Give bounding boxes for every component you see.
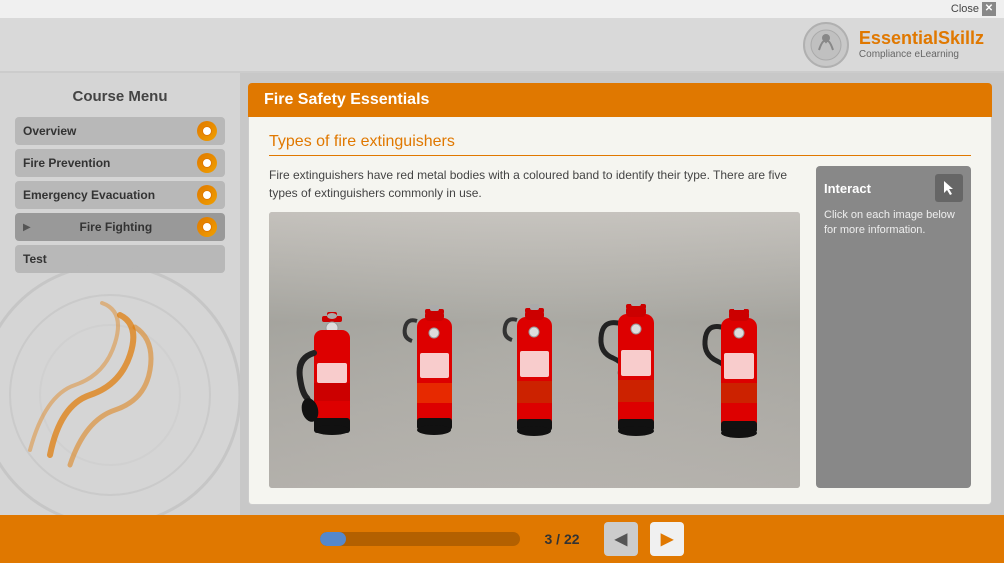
sidebar-item-fire-fighting[interactable]: ▶ Fire Fighting — [15, 213, 225, 241]
content-title: Fire Safety Essentials — [264, 91, 429, 108]
logo-text: EssentialSkillz Compliance eLearning — [859, 28, 984, 62]
extinguisher-5-image — [700, 303, 778, 488]
sidebar-decoration — [0, 255, 240, 515]
body-area: Course Menu Overview Fire Prevention Eme… — [0, 73, 1004, 515]
content-title-bar: Fire Safety Essentials — [248, 83, 992, 117]
header: EssentialSkillz Compliance eLearning — [0, 18, 1004, 73]
sidebar-item-overview[interactable]: Overview — [15, 117, 225, 145]
prev-arrow-icon: ◀ — [615, 529, 627, 549]
content-area: Fire Safety Essentials Types of fire ext… — [240, 73, 1004, 515]
extinguisher-4[interactable] — [597, 298, 675, 488]
logo-circle — [803, 22, 849, 68]
interact-box: Interact Click on each image below for m… — [816, 166, 971, 488]
progress-bar-fill — [320, 532, 346, 546]
slide-description: Fire extinguishers have red metal bodies… — [269, 166, 800, 202]
extinguisher-5[interactable] — [700, 303, 778, 488]
extinguisher-1[interactable] — [292, 308, 372, 488]
close-label: Close — [951, 3, 979, 15]
brand-part2: Skillz — [938, 28, 984, 48]
sidebar-item-fire-prevention-icon — [197, 153, 217, 173]
page-counter: 3 / 22 — [532, 531, 592, 547]
extinguisher-image-area — [269, 212, 800, 488]
content-panel: Types of fire extinguishers Fire extingu… — [248, 117, 992, 505]
extinguisher-1-image — [292, 308, 372, 488]
fire-fighting-arrow-icon: ▶ — [23, 222, 31, 233]
brand-part1: Essential — [859, 28, 938, 48]
sidebar: Course Menu Overview Fire Prevention Eme… — [0, 73, 240, 515]
slide-body: Fire extinguishers have red metal bodies… — [269, 166, 971, 488]
interact-instruction: Click on each image below for more infor… — [824, 208, 963, 239]
logo-area: EssentialSkillz Compliance eLearning — [803, 22, 984, 68]
footer: 3 / 22 ◀ ▶ — [0, 515, 1004, 563]
prev-button[interactable]: ◀ — [604, 522, 638, 556]
brand-subtitle: Compliance eLearning — [859, 49, 984, 61]
brand-name: EssentialSkillz — [859, 28, 984, 50]
next-button[interactable]: ▶ — [650, 522, 684, 556]
close-button[interactable]: Close ✕ — [951, 2, 996, 16]
sidebar-item-fire-fighting-icon — [197, 217, 217, 237]
close-icon[interactable]: ✕ — [982, 2, 996, 16]
slide-main: Fire extinguishers have red metal bodies… — [269, 166, 800, 488]
sidebar-item-fire-fighting-label: Fire Fighting — [80, 220, 153, 234]
extinguisher-2-image — [397, 303, 472, 488]
interact-header: Interact — [824, 174, 963, 202]
top-bar: Close ✕ — [0, 0, 1004, 18]
sidebar-item-emergency-evacuation[interactable]: Emergency Evacuation — [15, 181, 225, 209]
course-menu-title: Course Menu — [15, 88, 225, 105]
progress-bar-container — [320, 532, 520, 546]
logo-icon — [809, 28, 843, 62]
sidebar-item-overview-label: Overview — [23, 124, 76, 138]
extinguisher-4-image — [597, 298, 675, 488]
cursor-svg — [940, 179, 958, 197]
interact-title: Interact — [824, 181, 871, 196]
extinguisher-3[interactable] — [497, 303, 572, 488]
next-arrow-icon: ▶ — [661, 529, 673, 549]
slide-title: Types of fire extinguishers — [269, 133, 971, 156]
sidebar-item-emergency-evacuation-label: Emergency Evacuation — [23, 188, 155, 202]
main-layout: EssentialSkillz Compliance eLearning Cou… — [0, 18, 1004, 563]
extinguisher-3-image — [497, 303, 572, 488]
sidebar-item-emergency-evacuation-icon — [197, 185, 217, 205]
sidebar-item-fire-prevention-label: Fire Prevention — [23, 156, 110, 170]
cursor-icon — [935, 174, 963, 202]
sidebar-item-fire-prevention[interactable]: Fire Prevention — [15, 149, 225, 177]
sidebar-item-overview-icon — [197, 121, 217, 141]
extinguisher-2[interactable] — [397, 303, 472, 488]
